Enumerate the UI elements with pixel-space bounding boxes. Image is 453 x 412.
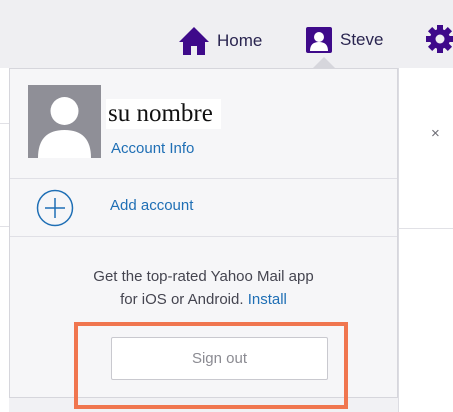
account-row: su nombre Account Info [10,69,397,179]
account-info-link[interactable]: Account Info [111,140,194,157]
promo-line1: Get the top-rated Yahoo Mail app [93,268,314,285]
nav-home-label: Home [217,31,263,50]
install-link[interactable]: Install [248,291,287,308]
background-divider [0,123,9,124]
background-divider [398,228,453,229]
settings-button[interactable] [425,24,453,59]
user-icon [306,27,332,53]
nav-user-label: Steve [340,30,384,49]
promo-line2-wrap: for iOS or Android. Install [10,288,397,311]
background-page-left [0,68,9,412]
top-header: Home Steve [0,0,453,68]
promo-line2: for iOS or Android. [120,291,244,308]
avatar-placeholder-icon [28,85,101,158]
app-promo: Get the top-rated Yahoo Mail app for iOS… [10,265,397,311]
sign-out-highlight-box [74,322,348,409]
add-circle-icon [36,189,74,227]
nav-user-link[interactable]: Steve [306,22,383,58]
avatar [28,85,101,158]
background-divider [0,226,9,227]
add-account-row[interactable]: Add account [10,179,397,237]
background-page-right [398,68,453,412]
close-icon[interactable]: × [431,125,440,142]
add-account-label: Add account [110,197,194,214]
gear-icon [426,25,453,53]
home-icon [179,27,209,55]
nav-home-link[interactable]: Home [178,24,262,58]
account-name: su nombre [106,99,221,129]
